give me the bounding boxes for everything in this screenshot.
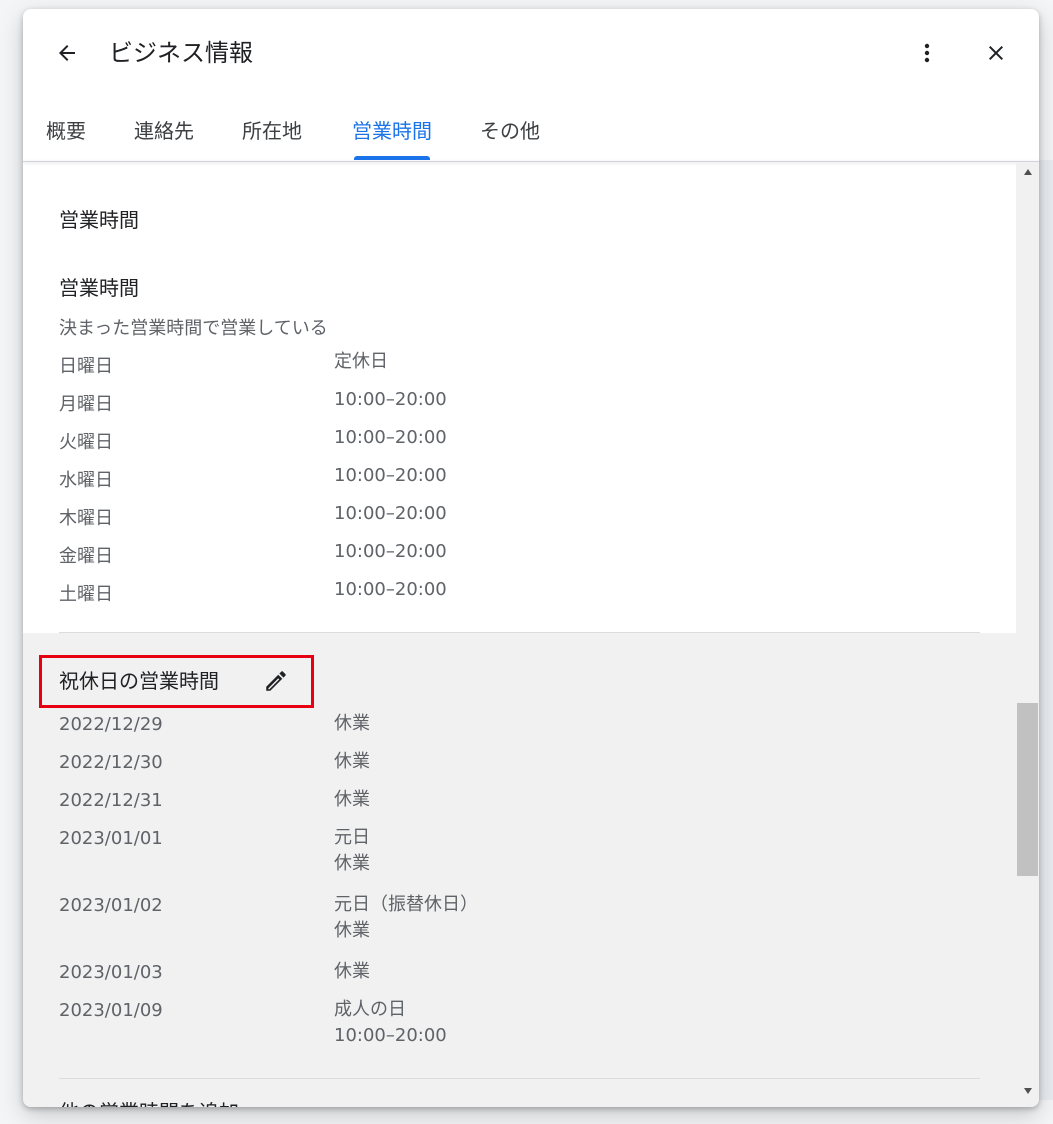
day-hours: 10:00–20:00 (334, 541, 447, 562)
holiday-date: 2023/01/03 (59, 962, 163, 983)
holiday-hours-title: 祝休日の営業時間 (59, 669, 219, 693)
holiday-status: 休業 (334, 751, 370, 772)
section-divider (59, 1078, 980, 1079)
day-hours: 定休日 (334, 351, 388, 372)
holiday-name: 元日（振替休日） (334, 894, 478, 915)
holiday-date: 2023/01/09 (59, 1000, 163, 1021)
holiday-status: 休業 (334, 713, 370, 734)
business-info-dialog: ビジネス情報 概要 連絡先 所在地 営業時間 その他 営業時間 営業時間 決まっ… (23, 9, 1039, 1107)
close-icon (989, 46, 1003, 60)
day-label: 金曜日 (59, 546, 113, 567)
holiday-date: 2023/01/02 (59, 895, 163, 916)
holiday-status: 休業 (334, 961, 370, 982)
scroll-down-arrow-icon[interactable] (1016, 1087, 1039, 1101)
day-label: 月曜日 (59, 394, 113, 415)
day-hours: 10:00–20:00 (334, 465, 447, 486)
holiday-status: 休業 (334, 789, 370, 810)
hours-sub-title: 営業時間 (59, 276, 139, 300)
tab-contact[interactable]: 連絡先 (134, 113, 194, 166)
day-hours: 10:00–20:00 (334, 579, 447, 600)
holiday-date: 2022/12/31 (59, 790, 163, 811)
holiday-name: 元日 (334, 827, 370, 848)
day-label: 水曜日 (59, 470, 113, 491)
tab-overview[interactable]: 概要 (46, 113, 86, 166)
hours-section-title: 営業時間 (59, 208, 139, 232)
holiday-status: 休業 (334, 920, 370, 941)
hours-description: 決まった営業時間で営業している (59, 318, 328, 339)
holiday-status: 休業 (334, 853, 370, 874)
vertical-scrollbar[interactable] (1016, 162, 1039, 1107)
active-tab-indicator (354, 156, 430, 160)
arrow-back-icon (59, 45, 75, 61)
day-hours: 10:00–20:00 (334, 389, 447, 410)
day-hours: 10:00–20:00 (334, 427, 447, 448)
close-button[interactable] (978, 35, 1014, 71)
holiday-date: 2023/01/01 (59, 828, 163, 849)
pencil-edit-icon[interactable] (263, 668, 289, 694)
scroll-up-arrow-icon[interactable] (1016, 168, 1039, 182)
holiday-date: 2022/12/30 (59, 752, 163, 773)
more-vert-icon (924, 43, 930, 63)
tab-location[interactable]: 所在地 (242, 113, 302, 166)
holiday-status: 10:00–20:00 (334, 1025, 447, 1046)
day-label: 日曜日 (59, 356, 113, 377)
dialog-content: 営業時間 営業時間 決まった営業時間で営業している 日曜日 定休日 月曜日 10… (23, 162, 1016, 1107)
add-more-hours-title[interactable]: 他の営業時間を追加 (59, 1096, 239, 1107)
dialog-title: ビジネス情報 (109, 39, 253, 67)
holiday-name: 成人の日 (334, 999, 406, 1020)
day-label: 土曜日 (59, 584, 113, 605)
day-label: 木曜日 (59, 508, 113, 529)
more-options-button[interactable] (909, 35, 945, 71)
back-button[interactable] (49, 35, 85, 71)
dialog-header: ビジネス情報 概要 連絡先 所在地 営業時間 その他 (23, 9, 1039, 162)
tab-more[interactable]: その他 (480, 113, 540, 166)
holiday-date: 2022/12/29 (59, 714, 163, 735)
day-label: 火曜日 (59, 432, 113, 453)
day-hours: 10:00–20:00 (334, 503, 447, 524)
scrollbar-thumb[interactable] (1017, 703, 1038, 876)
